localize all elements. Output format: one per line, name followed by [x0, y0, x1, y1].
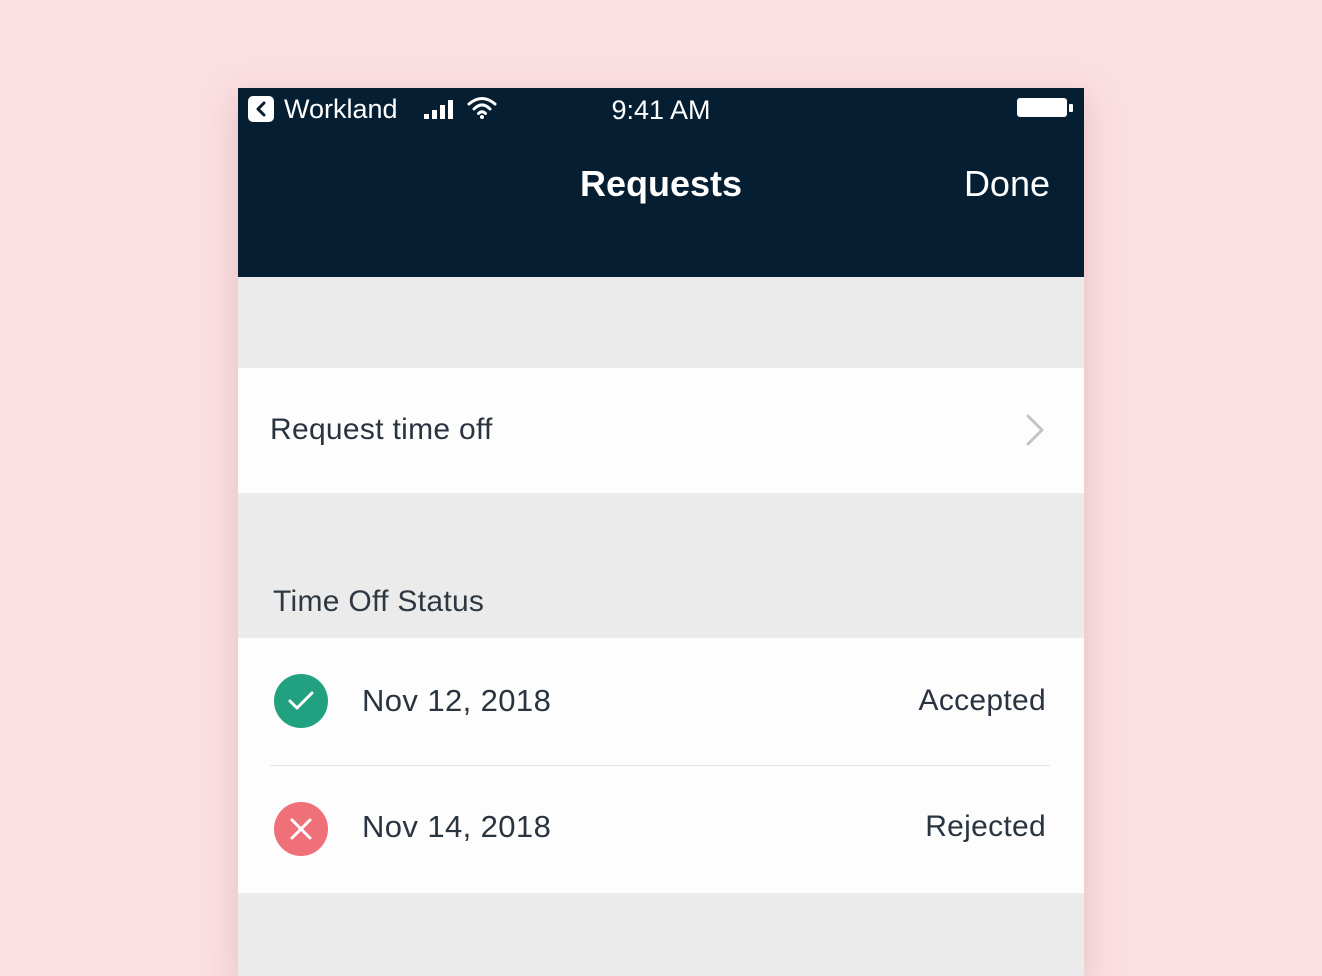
status-label: Accepted: [918, 684, 1046, 717]
battery-icon: [1016, 96, 1074, 125]
signal-icon: [424, 98, 458, 125]
request-time-off-label: Request time off: [270, 413, 493, 446]
list-item[interactable]: Nov 12, 2018 Accepted: [238, 638, 1084, 766]
request-time-off-cell[interactable]: Request time off: [238, 368, 1084, 493]
check-icon: [274, 674, 328, 728]
phone-screen: Workland 9:41 AM Requests Done Request t…: [238, 88, 1084, 976]
navigation-bar: Workland 9:41 AM Requests Done: [238, 88, 1084, 277]
chevron-right-icon: [1024, 413, 1046, 452]
request-date: Nov 14, 2018: [362, 809, 552, 844]
done-button[interactable]: Done: [964, 161, 1050, 207]
x-icon: [274, 802, 328, 856]
back-app-label: Workland: [284, 94, 398, 124]
status-label: Rejected: [925, 810, 1046, 843]
time-off-status-list: Nov 12, 2018 Accepted Nov 14, 2018 Rejec…: [238, 638, 1084, 893]
request-date: Nov 12, 2018: [362, 683, 552, 718]
status-bar: Workland 9:41 AM: [238, 88, 1084, 132]
time-off-status-header: Time Off Status: [273, 585, 485, 618]
back-to-app-button[interactable]: Workland: [248, 95, 398, 123]
list-item[interactable]: Nov 14, 2018 Rejected: [238, 766, 1084, 893]
back-arrow-icon: [248, 96, 274, 122]
page-title: Requests: [579, 163, 743, 204]
status-bar-time: 9:41 AM: [611, 95, 711, 125]
wifi-icon: [467, 96, 497, 125]
